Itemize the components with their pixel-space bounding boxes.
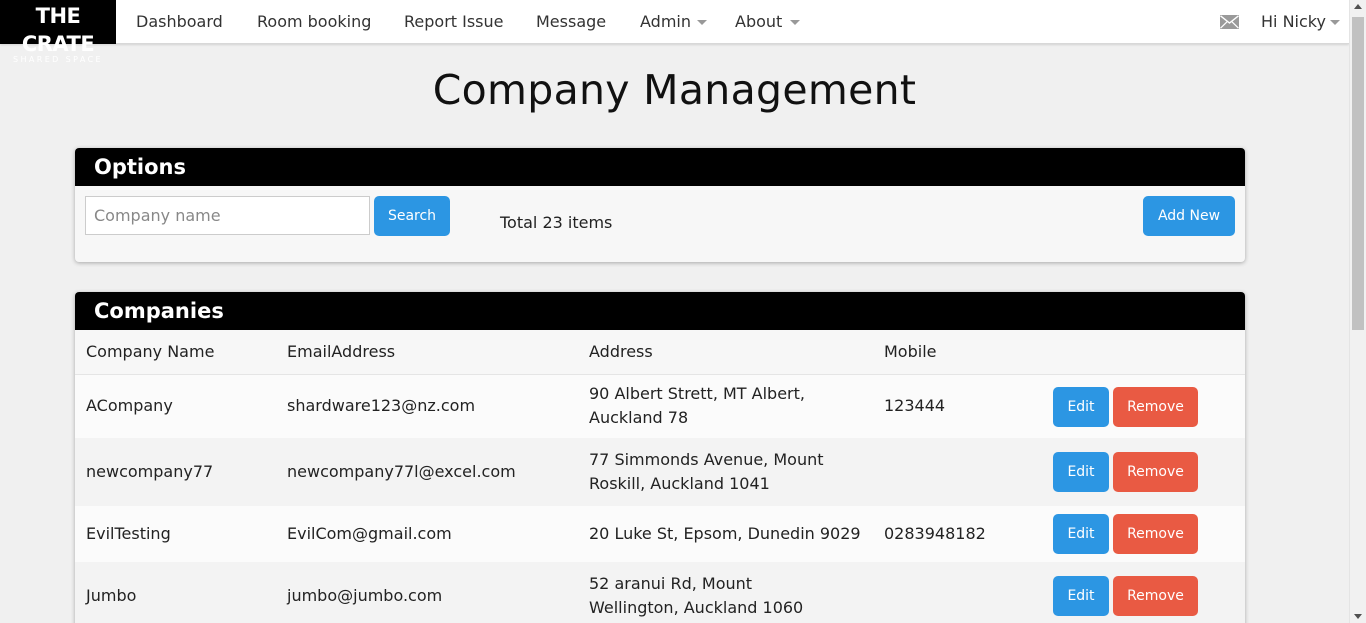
column-header-company-name: Company Name	[75, 330, 276, 375]
cell-email: jumbo@jumbo.com	[276, 562, 578, 623]
cell-address: 90 Albert Strett, MT Albert, Auckland 78	[578, 374, 873, 438]
brand-logo[interactable]: THE CRATE SHARED SPACE	[0, 0, 116, 64]
cell-email: shardware123@nz.com	[276, 374, 578, 438]
companies-table: Company Name EmailAddress Address Mobile…	[75, 330, 1245, 623]
nav-message[interactable]: Message	[536, 0, 606, 44]
table-row: EvilTesting EvilCom@gmail.com 20 Luke St…	[75, 506, 1245, 562]
options-panel: Options Search Total 23 items Add New	[75, 148, 1245, 262]
nav-admin-dropdown[interactable]: Admin	[640, 0, 691, 44]
column-header-mobile: Mobile	[873, 330, 1053, 375]
table-header-row: Company Name EmailAddress Address Mobile	[75, 330, 1245, 375]
cell-actions: Edit Remove	[1053, 562, 1245, 623]
edit-button[interactable]: Edit	[1053, 576, 1109, 616]
companies-panel: Companies Company Name EmailAddress Addr…	[75, 292, 1245, 623]
nav-room-booking[interactable]: Room booking	[257, 0, 371, 44]
companies-heading: Companies	[75, 292, 1245, 330]
edit-button[interactable]: Edit	[1053, 452, 1109, 492]
column-header-email: EmailAddress	[276, 330, 578, 375]
brand-name: THE CRATE	[21, 4, 95, 56]
chevron-down-icon	[790, 20, 800, 25]
user-menu[interactable]: Hi Nicky	[1261, 0, 1326, 44]
brand-tagline: SHARED SPACE	[12, 55, 104, 64]
options-heading: Options	[75, 148, 1245, 186]
add-new-button[interactable]: Add New	[1143, 196, 1235, 236]
chevron-down-icon	[1330, 20, 1340, 25]
cell-company-name: ACompany	[75, 374, 276, 438]
nav-about-dropdown[interactable]: About	[735, 0, 782, 44]
table-row: newcompany77 newcompany77l@excel.com 77 …	[75, 438, 1245, 506]
nav-report-issue[interactable]: Report Issue	[404, 0, 504, 44]
scroll-up-arrow-icon[interactable]	[1354, 4, 1362, 9]
cell-company-name: newcompany77	[75, 438, 276, 506]
cell-company-name: EvilTesting	[75, 506, 276, 562]
cell-actions: Edit Remove	[1053, 374, 1245, 438]
table-row: Jumbo jumbo@jumbo.com 52 aranui Rd, Moun…	[75, 562, 1245, 623]
scrollbar-thumb[interactable]	[1352, 17, 1364, 330]
top-navbar: THE CRATE SHARED SPACE Dashboard Room bo…	[0, 0, 1349, 64]
cell-mobile: 0283948182	[873, 506, 1053, 562]
cell-mobile	[873, 438, 1053, 506]
envelope-icon[interactable]	[1220, 15, 1239, 29]
table-row: ACompany shardware123@nz.com 90 Albert S…	[75, 374, 1245, 438]
edit-button[interactable]: Edit	[1053, 514, 1109, 554]
cell-address: 77 Simmonds Avenue, Mount Roskill, Auckl…	[578, 438, 873, 506]
remove-button[interactable]: Remove	[1113, 576, 1198, 616]
page-scrollbar[interactable]	[1349, 0, 1366, 623]
chevron-down-icon	[697, 20, 707, 25]
remove-button[interactable]: Remove	[1113, 386, 1198, 427]
total-items-count: Total 23 items	[500, 213, 613, 232]
cell-company-name: Jumbo	[75, 562, 276, 623]
column-header-address: Address	[578, 330, 873, 375]
cell-actions: Edit Remove	[1053, 438, 1245, 506]
remove-button[interactable]: Remove	[1113, 452, 1198, 492]
company-name-search-input[interactable]	[85, 196, 370, 235]
cell-mobile	[873, 562, 1053, 623]
cell-email: EvilCom@gmail.com	[276, 506, 578, 562]
cell-mobile: 123444	[873, 374, 1053, 438]
cell-email: newcompany77l@excel.com	[276, 438, 578, 506]
nav-dashboard[interactable]: Dashboard	[136, 0, 223, 44]
cell-address: 52 aranui Rd, Mount Wellington, Auckland…	[578, 562, 873, 623]
edit-button[interactable]: Edit	[1053, 386, 1109, 427]
remove-button[interactable]: Remove	[1113, 514, 1198, 554]
page-title: Company Management	[432, 66, 917, 114]
column-header-actions	[1053, 330, 1245, 375]
search-button[interactable]: Search	[374, 196, 450, 236]
scroll-down-arrow-icon[interactable]	[1354, 614, 1362, 619]
cell-actions: Edit Remove	[1053, 506, 1245, 562]
cell-address: 20 Luke St, Epsom, Dunedin 9029	[578, 506, 873, 562]
